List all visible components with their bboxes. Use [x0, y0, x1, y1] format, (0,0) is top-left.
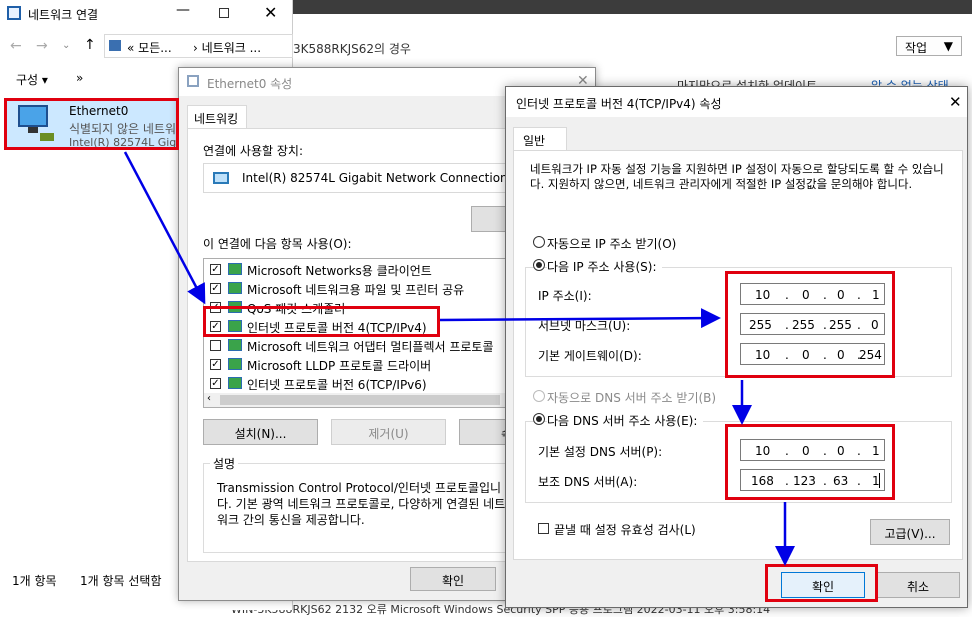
arrow-adapter-to-item — [123, 151, 206, 305]
annotation-arrows — [123, 151, 795, 566]
arrow-item-to-ip — [439, 308, 721, 329]
